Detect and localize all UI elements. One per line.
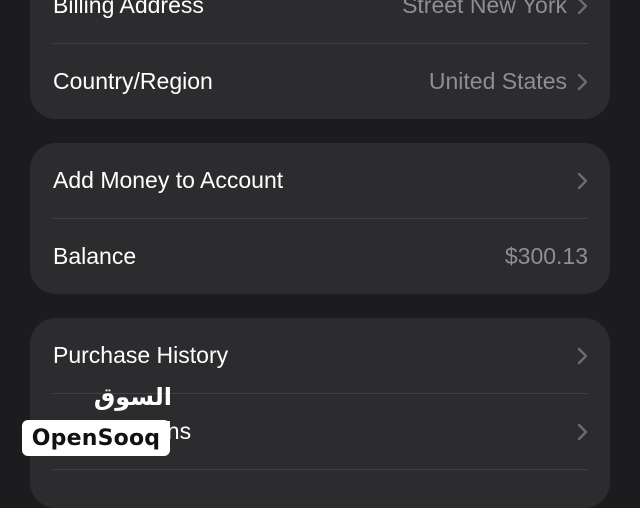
- chevron-right-icon: [577, 172, 588, 189]
- chevron-right-icon: [577, 423, 588, 440]
- add-money-label: Add Money to Account: [53, 167, 284, 193]
- chevron-right-icon: [577, 347, 588, 364]
- funds-group: Add Money to Account Balance $300.13: [30, 143, 610, 294]
- opensooq-watermark: السوق المفتوح OpenSooq: [22, 380, 172, 458]
- watermark-logo-box: OpenSooq: [22, 420, 170, 456]
- billing-address-label: Billing Address: [53, 0, 204, 18]
- account-details-group: Billing Address Street New York Country/…: [30, 0, 610, 119]
- country-region-value: United States: [428, 68, 567, 94]
- balance-value: $300.13: [504, 243, 588, 269]
- balance-label: Balance: [53, 243, 137, 269]
- billing-address-row[interactable]: Billing Address Street New York: [30, 0, 610, 43]
- purchase-history-label: Purchase History: [53, 342, 229, 368]
- balance-row: Balance $300.13: [30, 219, 610, 294]
- watermark-latin-text: OpenSooq: [31, 425, 161, 451]
- chevron-right-icon: [577, 73, 588, 90]
- billing-address-value: Street New York: [402, 0, 567, 18]
- row-divider: [53, 469, 588, 470]
- chevron-right-icon: [577, 0, 588, 14]
- add-money-row[interactable]: Add Money to Account: [30, 143, 610, 218]
- country-region-row[interactable]: Country/Region United States: [30, 44, 610, 119]
- country-region-label: Country/Region: [53, 68, 213, 94]
